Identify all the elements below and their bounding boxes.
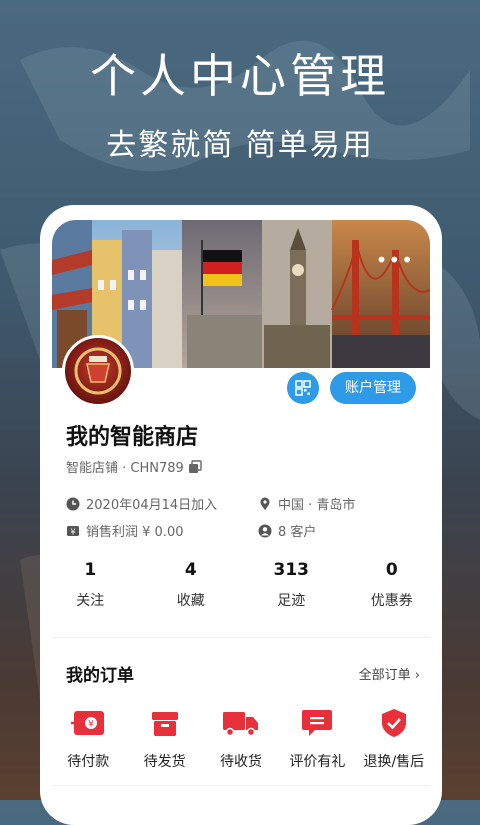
store-logo-icon (74, 347, 122, 395)
order-after-sales[interactable]: 退换/售后 (356, 707, 432, 771)
stats-bar: 1 关注 4 收藏 313 足迹 0 优惠券 (40, 560, 442, 620)
svg-text:¥: ¥ (88, 720, 94, 730)
phone-screen: ••• 账户管理 我的智能商店 智能店铺 · CHN789 2020年04月14… (40, 205, 442, 825)
stat-footprints[interactable]: 313 足迹 (241, 560, 342, 620)
wallet-icon: ¥ (67, 525, 79, 536)
pending-payment-icon: ¥ (71, 711, 105, 735)
customer-count: 8 客户 (278, 525, 317, 540)
order-label: 评价有礼 (289, 754, 346, 770)
joined-date-row: 2020年04月14日加入 (66, 494, 217, 513)
qr-code-button[interactable] (287, 372, 319, 404)
store-name: 我的智能商店 (66, 425, 199, 450)
order-pending-shipment[interactable]: 待发货 (126, 707, 202, 771)
order-label: 待付款 (67, 754, 110, 770)
location-pin-icon (260, 497, 270, 510)
section-divider (52, 785, 430, 786)
stat-label: 足迹 (277, 593, 306, 609)
order-label: 待发货 (143, 754, 186, 770)
review-icon (302, 710, 333, 736)
stat-label: 优惠券 (370, 593, 413, 609)
svg-text:¥: ¥ (70, 527, 75, 536)
store-avatar[interactable] (62, 335, 134, 407)
order-label: 退换/售后 (363, 754, 425, 770)
delivery-truck-icon (223, 712, 259, 737)
order-status-list: ¥ 待付款 待发货 待收货 评价有礼 退换/售后 (50, 707, 432, 771)
stat-value: 313 (273, 560, 310, 580)
order-review[interactable]: 评价有礼 (279, 707, 355, 771)
all-orders-link[interactable]: 全部订单 › (359, 664, 420, 683)
account-management-button[interactable]: 账户管理 (330, 372, 416, 404)
customer-icon (258, 524, 272, 537)
after-sales-shield-icon (381, 709, 406, 737)
stat-value: 0 (385, 560, 398, 580)
stat-follow[interactable]: 1 关注 (40, 560, 141, 620)
pending-shipment-icon (151, 712, 178, 736)
location-row: 中国 · 青岛市 (258, 494, 355, 513)
promo-title: 个人中心管理 (90, 49, 390, 103)
store-id-text: 智能店铺 · CHN789 (66, 461, 184, 476)
stat-label: 关注 (76, 593, 105, 609)
stat-favorites[interactable]: 4 收藏 (141, 560, 242, 620)
store-id: 智能店铺 · CHN789 (66, 457, 202, 476)
joined-date: 2020年04月14日加入 (86, 498, 218, 513)
order-pending-payment[interactable]: ¥ 待付款 (50, 707, 126, 771)
stat-value: 1 (84, 560, 97, 580)
promo-subtitle: 去繁就简 简单易用 (106, 128, 374, 163)
location: 中国 · 青岛市 (278, 498, 356, 513)
qr-code-icon (295, 380, 311, 396)
stat-coupons[interactable]: 0 优惠券 (342, 560, 443, 620)
clock-icon (66, 497, 80, 510)
section-divider (52, 637, 430, 638)
order-pending-receipt[interactable]: 待收货 (203, 707, 279, 771)
orders-title: 我的订单 (66, 666, 134, 686)
customers-row: 8 客户 (258, 521, 316, 540)
more-dots-icon[interactable]: ••• (376, 248, 414, 272)
stat-value: 4 (184, 560, 197, 580)
profit-row: ¥ 销售利润 ¥ 0.00 (66, 521, 183, 540)
copy-icon[interactable] (188, 459, 202, 474)
order-label: 待收货 (220, 754, 263, 770)
sales-profit: 销售利润 ¥ 0.00 (86, 525, 184, 540)
stat-label: 收藏 (176, 593, 205, 609)
